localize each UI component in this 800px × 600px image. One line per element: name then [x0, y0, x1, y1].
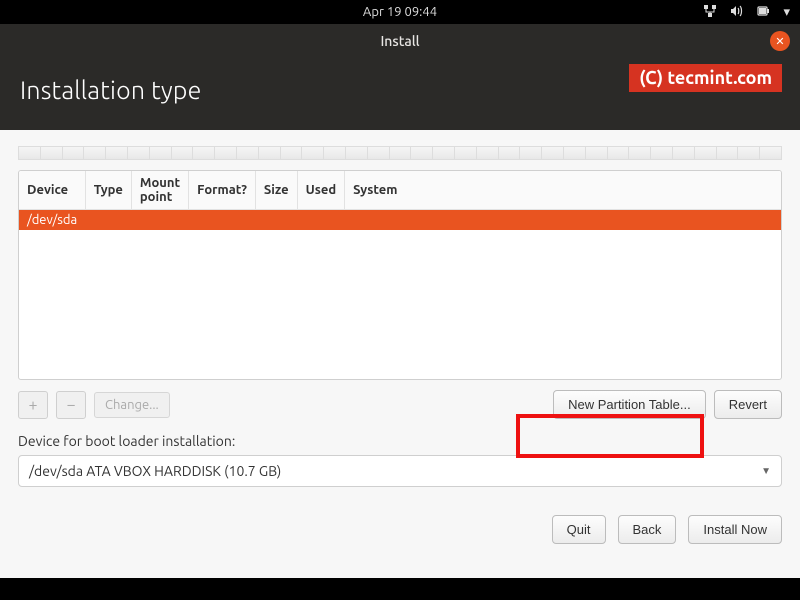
cell-type: [85, 210, 131, 231]
col-format[interactable]: Format?: [189, 171, 256, 210]
volume-icon[interactable]: [729, 4, 743, 21]
table-header-row: Device Type Mount point Format? Size Use…: [19, 171, 781, 210]
network-icon[interactable]: [703, 4, 717, 21]
table-row[interactable]: /dev/sda: [19, 210, 781, 231]
cell-device: /dev/sda: [19, 210, 85, 231]
col-mount[interactable]: Mount point: [131, 171, 188, 210]
new-partition-table-label: New Partition Table...: [568, 397, 691, 412]
quit-label: Quit: [567, 522, 591, 537]
change-button[interactable]: Change...: [94, 392, 170, 418]
change-label: Change...: [105, 398, 159, 412]
cell-size: [255, 210, 297, 231]
cell-used: [297, 210, 345, 231]
revert-button[interactable]: Revert: [714, 390, 782, 419]
close-icon: ✕: [775, 35, 784, 48]
quit-button[interactable]: Quit: [552, 515, 606, 544]
install-now-button[interactable]: Install Now: [688, 515, 782, 544]
remove-partition-button[interactable]: −: [56, 391, 86, 419]
close-button[interactable]: ✕: [770, 31, 790, 51]
cell-format: [189, 210, 256, 231]
disk-usage-bar: [18, 146, 782, 160]
page-header: (C) tecmint.com Installation type: [0, 58, 800, 130]
main-content: Device Type Mount point Format? Size Use…: [0, 130, 800, 497]
col-device[interactable]: Device: [19, 171, 85, 210]
minus-icon: −: [66, 396, 75, 414]
col-size[interactable]: Size: [255, 171, 297, 210]
bootloader-value: /dev/sda ATA VBOX HARDDISK (10.7 GB): [29, 463, 281, 479]
caret-down-icon[interactable]: ▾: [783, 5, 790, 20]
col-type[interactable]: Type: [85, 171, 131, 210]
clock: Apr 19 09:44: [363, 5, 437, 19]
col-used[interactable]: Used: [297, 171, 345, 210]
back-button[interactable]: Back: [618, 515, 677, 544]
watermark-badge: (C) tecmint.com: [629, 64, 782, 92]
system-tray: ▾: [703, 4, 790, 21]
back-label: Back: [633, 522, 662, 537]
bootloader-label: Device for boot loader installation:: [18, 433, 782, 449]
bottom-strip: [0, 578, 800, 600]
partition-toolbar: + − Change... New Partition Table... Rev…: [18, 390, 782, 419]
col-system[interactable]: System: [345, 171, 781, 210]
install-now-label: Install Now: [703, 522, 767, 537]
battery-icon[interactable]: [755, 4, 771, 21]
new-partition-table-button[interactable]: New Partition Table...: [553, 390, 706, 419]
cell-mount: [131, 210, 188, 231]
cell-system: [345, 210, 781, 231]
add-partition-button[interactable]: +: [18, 391, 48, 419]
chevron-down-icon: ▼: [761, 465, 771, 477]
footer-buttons: Quit Back Install Now: [0, 497, 800, 552]
top-menu-bar: Apr 19 09:44 ▾: [0, 0, 800, 24]
window-titlebar: Install ✕: [0, 24, 800, 58]
plus-icon: +: [28, 396, 37, 414]
bootloader-select[interactable]: /dev/sda ATA VBOX HARDDISK (10.7 GB) ▼: [18, 455, 782, 487]
partition-table[interactable]: Device Type Mount point Format? Size Use…: [18, 170, 782, 380]
window-title: Install: [380, 33, 419, 49]
revert-label: Revert: [729, 397, 767, 412]
